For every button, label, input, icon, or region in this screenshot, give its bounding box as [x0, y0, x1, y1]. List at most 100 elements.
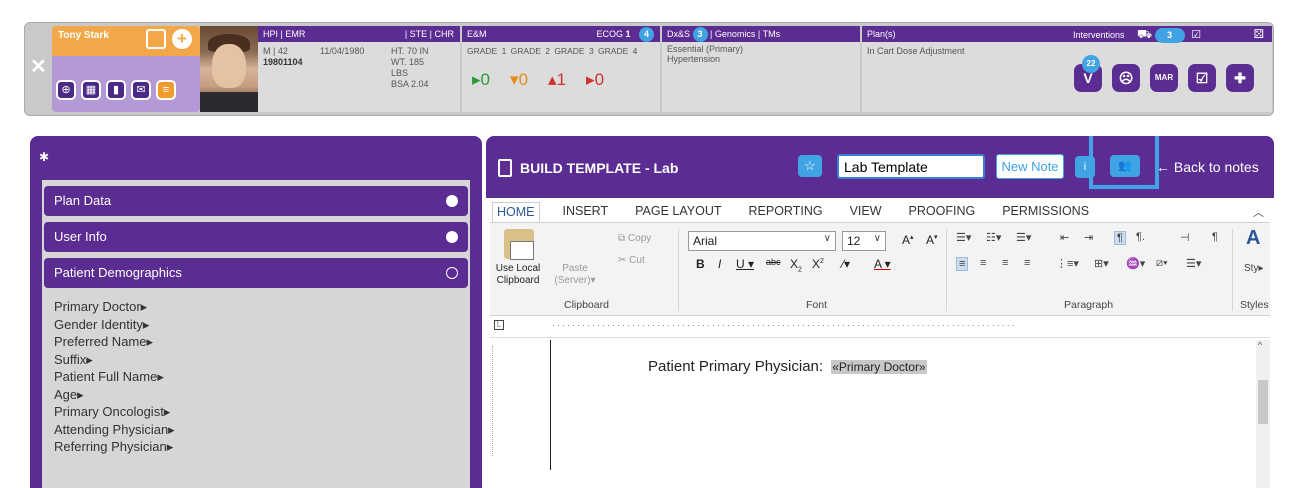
v-icon[interactable]: V 22 — [1074, 55, 1102, 92]
align-left-icon[interactable]: ≡ — [956, 257, 969, 271]
interventions-section[interactable]: Interventions ⛟ 3 ☑ ⚄ V 22 ☹ MAR ☑ ✚ — [1068, 26, 1272, 112]
tab-insert[interactable]: INSERT — [559, 202, 613, 222]
shading-icon[interactable]: ♒▾ — [1126, 257, 1145, 270]
highlight-color-icon[interactable]: ⁄▾ — [842, 257, 850, 271]
numbering-icon[interactable]: ☷▾ — [986, 231, 1001, 244]
users-icon[interactable]: 👥 — [1110, 155, 1140, 177]
section-user-info[interactable]: User Info — [44, 222, 468, 252]
mail-icon[interactable]: ✉ — [131, 80, 151, 100]
underline-icon[interactable]: U ▾ — [736, 257, 754, 271]
align-right-icon[interactable]: ≡ — [1002, 257, 1008, 269]
expand-dot-icon[interactable] — [446, 195, 458, 207]
field-item[interactable]: Patient Full Name▸ — [54, 368, 470, 386]
dx-title[interactable]: Dx&S — [667, 29, 690, 39]
align-center-icon[interactable]: ≡ — [980, 257, 986, 269]
styles-button[interactable]: Sty▸ — [1244, 263, 1263, 274]
bullets-icon[interactable]: ☰▾ — [956, 231, 971, 244]
paste-server-button[interactable]: Paste (Server)▾ — [550, 263, 600, 287]
field-item[interactable]: Primary Oncologist▸ — [54, 403, 470, 421]
dx-genomics-link[interactable]: | Genomics | TMs — [710, 29, 780, 39]
dx-badge[interactable]: 3 — [692, 27, 708, 42]
tab-proofing[interactable]: PROOFING — [905, 202, 980, 222]
template-name-input[interactable] — [837, 154, 985, 179]
field-item[interactable]: Attending Physician▸ — [54, 421, 470, 439]
bold-icon[interactable]: B — [696, 257, 705, 271]
styles-icon[interactable]: A — [1246, 227, 1260, 250]
collapse-ribbon-icon[interactable]: ︿ — [1253, 204, 1264, 220]
field-item[interactable]: Referring Physician▸ — [54, 438, 470, 456]
border-style-icon[interactable]: ☰▾ — [1186, 257, 1201, 270]
grade-3-value[interactable]: ▴1 — [548, 70, 566, 90]
hpi-title[interactable]: HPI | EMR — [263, 29, 305, 39]
field-item[interactable]: Age▸ — [54, 386, 470, 404]
tab-home[interactable]: HOME — [492, 202, 540, 222]
tab-stop-icon[interactable]: L — [494, 320, 504, 330]
document-icon[interactable]: ≡ — [156, 80, 176, 100]
scrollbar-thumb[interactable] — [1258, 380, 1268, 424]
section-plan-data[interactable]: Plan Data — [44, 186, 468, 216]
field-item[interactable]: Primary Doctor▸ — [54, 298, 470, 316]
hpi-links[interactable]: | STE | CHR — [405, 29, 454, 39]
cut-button[interactable]: ✂ Cut — [618, 255, 645, 266]
hpi-section[interactable]: HPI | EMR | STE | CHR M | 42 19801104 11… — [258, 26, 460, 112]
add-icon[interactable]: + — [172, 29, 192, 49]
interventions-title[interactable]: Interventions — [1073, 30, 1125, 40]
checked-cart-icon[interactable]: ☑ — [1191, 29, 1201, 41]
new-note-button[interactable]: New Note — [996, 154, 1064, 179]
sticky-note-icon[interactable] — [146, 29, 166, 49]
tab-reporting[interactable]: REPORTING — [745, 202, 827, 222]
plan-section[interactable]: Plan(s) In Cart Dose Adjustment — [862, 26, 1068, 112]
globe-icon[interactable]: ⊕ — [56, 80, 76, 100]
tab-page-layout[interactable]: PAGE LAYOUT — [631, 202, 725, 222]
borders-icon[interactable]: ⊞▾ — [1094, 257, 1109, 270]
font-family-select[interactable]: Arial ∨ — [688, 231, 836, 251]
clipboard-icon[interactable]: ▮ — [106, 80, 126, 100]
pilcrow-icon[interactable]: ¶ — [1212, 231, 1218, 243]
grade-4-value[interactable]: ▸0 — [586, 70, 604, 90]
mar-icon[interactable]: MAR — [1150, 64, 1178, 92]
dice-icon[interactable]: ⚄ — [1254, 27, 1264, 41]
mortar-icon[interactable]: ☹ — [1112, 64, 1140, 92]
em-title[interactable]: E&M — [467, 29, 487, 39]
merge-field-primary-doctor[interactable]: «Primary Doctor» — [831, 360, 927, 374]
calendar-icon[interactable]: ▦ — [81, 80, 101, 100]
horizontal-ruler[interactable]: L ······································… — [490, 318, 1270, 338]
cart-icon[interactable]: ⛟ — [1137, 27, 1152, 41]
scroll-up-icon[interactable]: ^ — [1258, 340, 1262, 350]
grade-1-value[interactable]: ▸0 — [472, 70, 490, 90]
patient-name-bar[interactable]: Tony Stark + — [52, 26, 200, 56]
favorite-star-button[interactable]: ☆ — [798, 155, 822, 177]
tab-permissions[interactable]: PERMISSIONS — [998, 202, 1093, 222]
line-spacing-icon[interactable]: ⋮≡▾ — [1056, 257, 1079, 270]
font-color-icon[interactable]: A ▾ — [874, 257, 891, 271]
subscript-icon[interactable]: X2 — [790, 257, 802, 273]
field-item[interactable]: Gender Identity▸ — [54, 316, 470, 334]
collapse-dot-icon[interactable] — [446, 267, 458, 279]
justify-icon[interactable]: ≡ — [1024, 257, 1030, 269]
page-break-icon[interactable]: ⊣ — [1180, 231, 1190, 244]
gear-icon[interactable]: ✱ — [39, 150, 49, 164]
field-item[interactable]: Preferred Name▸ — [54, 333, 470, 351]
document-text[interactable]: Patient Primary Physician: «Primary Doct… — [648, 358, 927, 375]
superscript-icon[interactable]: X2 — [812, 257, 824, 271]
ecog-badge[interactable]: 4 — [639, 27, 654, 42]
clipboard-icon[interactable] — [504, 229, 534, 260]
increase-indent-icon[interactable]: ⇥ — [1084, 231, 1093, 244]
decrease-indent-icon[interactable]: ⇤ — [1060, 231, 1069, 244]
use-local-clipboard-button[interactable]: Use Local Clipboard — [492, 263, 544, 287]
border-color-icon[interactable]: ⧄▾ — [1156, 257, 1168, 270]
section-patient-demographics[interactable]: Patient Demographics — [44, 258, 468, 288]
grade-2-value[interactable]: ▾0 — [510, 70, 528, 90]
font-grow-icon[interactable]: A▴ — [902, 233, 914, 247]
em-section[interactable]: E&M ECOG 1 4 GRADE 1 GRADE 2 GRADE 3 GRA… — [462, 26, 660, 112]
tab-view[interactable]: VIEW — [846, 202, 886, 222]
expand-dot-icon[interactable] — [446, 231, 458, 243]
show-formatting-icon[interactable]: ¶ — [1114, 231, 1126, 245]
plan-title[interactable]: Plan(s) — [867, 29, 896, 39]
medkit-icon[interactable]: ✚ — [1226, 64, 1254, 92]
italic-icon[interactable]: I — [718, 257, 721, 271]
font-shrink-icon[interactable]: A▾ — [926, 233, 938, 247]
multilevel-list-icon[interactable]: ☰▾ — [1016, 231, 1031, 244]
back-to-notes-link[interactable]: ← Back to notes — [1156, 159, 1259, 175]
chart-icon[interactable]: ☑ — [1188, 64, 1216, 92]
